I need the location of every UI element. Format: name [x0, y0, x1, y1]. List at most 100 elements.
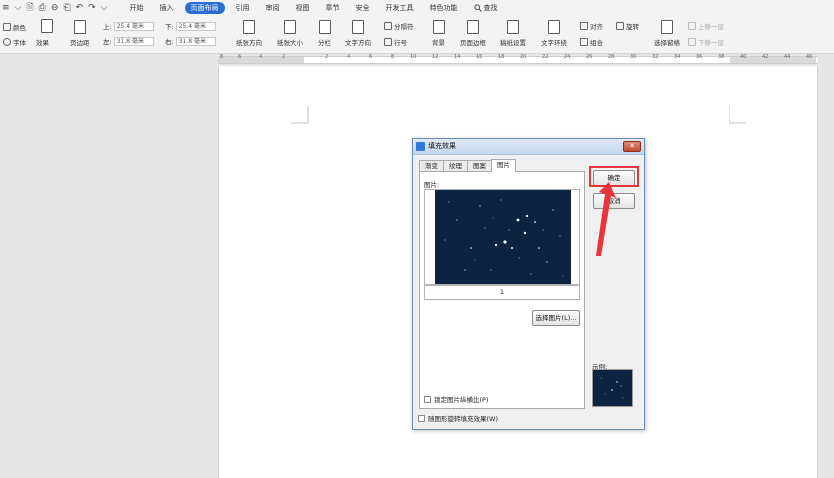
ruler-number: 4 [347, 54, 351, 60]
save-icon[interactable]: 🗎 [26, 3, 33, 13]
lock-aspect-label: 锁定图片纵横比(P) [434, 396, 489, 404]
align-button[interactable]: 对齐 [580, 21, 603, 31]
selection-pane-icon [661, 20, 673, 34]
print-icon[interactable]: ⎙ [39, 3, 46, 13]
app-icon [416, 142, 425, 151]
theme-effect-button[interactable]: 效果 [36, 37, 49, 47]
close-button[interactable]: ✕ [623, 141, 641, 152]
margin-corner-top-left [291, 106, 309, 124]
export-icon[interactable]: ⎗ [63, 3, 70, 13]
rotate-with-shape-checkbox[interactable]: 随图形旋转填充效果(W) [418, 413, 498, 423]
bottom-margin-field[interactable]: 下: 25.4 毫米 [165, 21, 216, 31]
quick-access-toolbar: ≡ ⌵ 🗎 ⎙ ⊖ ⎗ ↶ ↷ ⌵ [0, 3, 122, 13]
left-margin-field[interactable]: 左: 31.8 毫米 [103, 36, 154, 46]
tab-insert[interactable]: 插入 [152, 2, 182, 14]
paper-size-icon [284, 20, 296, 34]
checkbox-box [418, 414, 425, 422]
ruler-number: 38 [718, 54, 725, 60]
tab-review[interactable]: 审阅 [258, 2, 288, 14]
menu-icon[interactable]: ≡ [2, 3, 10, 13]
picture-label: 图片: [424, 181, 440, 189]
line-numbers-button[interactable]: 行号 [384, 37, 407, 47]
tab-view[interactable]: 视图 [288, 2, 318, 14]
tab-security[interactable]: 安全 [348, 2, 378, 14]
ruler-number: 46 [806, 54, 813, 60]
text-wrap-button[interactable]: 文字环绕 [541, 20, 567, 47]
right-margin-field[interactable]: 右: 31.8 毫米 [165, 36, 216, 46]
rotate-button[interactable]: 旋转 [616, 21, 639, 31]
tab-home[interactable]: 开始 [122, 2, 152, 14]
bring-forward-icon [688, 22, 696, 30]
tab-references[interactable]: 引用 [228, 2, 258, 14]
ruler-number: 22 [542, 54, 549, 60]
print-preview-icon[interactable]: ⊖ [51, 3, 59, 13]
tab-chapter[interactable]: 章节 [318, 2, 348, 14]
ruler-number: 10 [410, 54, 417, 60]
ribbon-toolbar: 颜色 字体 效果 页边距 上: 25.4 毫米 下: 25.4 毫米 左: 31… [0, 16, 834, 54]
ruler-number: 12 [432, 54, 439, 60]
send-backward-icon [688, 38, 696, 46]
breaks-button[interactable]: 分隔符 [384, 21, 414, 31]
group-icon [580, 38, 588, 46]
search-icon [473, 4, 482, 12]
top-margin-field[interactable]: 上: 25.4 毫米 [103, 21, 154, 31]
undo-icon[interactable]: ↶ [76, 3, 84, 13]
ruler-number: 34 [674, 54, 681, 60]
tab-developer[interactable]: 开发工具 [378, 2, 422, 14]
margin-corner-top-right [729, 106, 746, 124]
ruler-number: 8 [391, 54, 395, 60]
font-icon [3, 38, 11, 46]
ruler-number: 16 [476, 54, 483, 60]
theme-button[interactable] [41, 19, 53, 33]
page-border-icon [467, 20, 479, 34]
margins-button[interactable]: 页边距 [70, 20, 90, 47]
paper-size-button[interactable]: 纸张大小 [277, 20, 303, 47]
group-button[interactable]: 组合 [580, 37, 603, 47]
customize-chevron-icon[interactable]: ⌵ [101, 3, 108, 13]
ruler-number: 24 [564, 54, 571, 60]
search-button[interactable]: 查找 [466, 2, 506, 14]
text-wrap-icon [548, 20, 560, 34]
dialog-title-bar[interactable]: 填充效果 ✕ [413, 139, 644, 155]
send-backward-button[interactable]: 下移一层 [688, 37, 724, 47]
ruler-number: 2 [325, 54, 329, 60]
left-margin-input[interactable]: 31.8 毫米 [113, 36, 154, 46]
orientation-icon [243, 20, 255, 34]
chevron-down-icon[interactable]: ⌵ [15, 3, 22, 13]
bring-forward-button[interactable]: 上移一层 [688, 21, 724, 31]
dialog-title: 填充效果 [428, 142, 456, 150]
paper-setup-icon [507, 20, 519, 34]
columns-button[interactable]: 分栏 [318, 20, 331, 47]
theme-icon [41, 19, 53, 33]
tab-page-layout[interactable]: 页面布局 [184, 2, 225, 14]
theme-font-button[interactable]: 字体 [3, 37, 26, 47]
line-numbers-icon [384, 38, 392, 46]
lock-aspect-checkbox[interactable]: 锁定图片纵横比(P) [424, 394, 489, 404]
ruler-number: 36 [696, 54, 703, 60]
bottom-margin-input[interactable]: 25.4 毫米 [175, 21, 216, 31]
text-direction-button[interactable]: 文字方向 [345, 20, 371, 47]
theme-color-button[interactable]: 颜色 [3, 22, 26, 32]
search-label: 查找 [483, 4, 498, 12]
orientation-button[interactable]: 纸张方向 [236, 20, 262, 47]
ruler-number: 40 [740, 54, 747, 60]
page-border-button[interactable]: 页面边框 [460, 20, 486, 47]
selection-pane-button[interactable]: 选择窗格 [654, 20, 680, 47]
paper-setup-button[interactable]: 稿纸设置 [500, 20, 526, 47]
picture-tab-panel: 图片: 1 选择图片(L)... 锁定图片纵横比(P) [419, 171, 585, 409]
top-margin-input[interactable]: 25.4 毫米 [113, 21, 154, 31]
picture-page-indicator: 1 [424, 285, 580, 300]
tab-picture[interactable]: 图片 [491, 159, 516, 172]
background-button[interactable]: 背景 [432, 20, 445, 47]
redo-icon[interactable]: ↷ [88, 3, 96, 13]
background-icon [432, 20, 445, 34]
margins-icon [73, 20, 86, 34]
horizontal-ruler[interactable]: 8 6 4 2 2 4 6 8 10 12 14 16 18 20 22 24 … [0, 54, 834, 66]
select-picture-button[interactable]: 选择图片(L)... [532, 310, 580, 326]
ruler-number: 42 [762, 54, 769, 60]
tab-special-features[interactable]: 特色功能 [422, 2, 466, 14]
red-arrow-annotation [596, 182, 616, 256]
sample-night-sky-image [600, 377, 624, 399]
right-margin-input[interactable]: 31.8 毫米 [175, 36, 216, 46]
ruler-number: 8 [220, 54, 224, 60]
